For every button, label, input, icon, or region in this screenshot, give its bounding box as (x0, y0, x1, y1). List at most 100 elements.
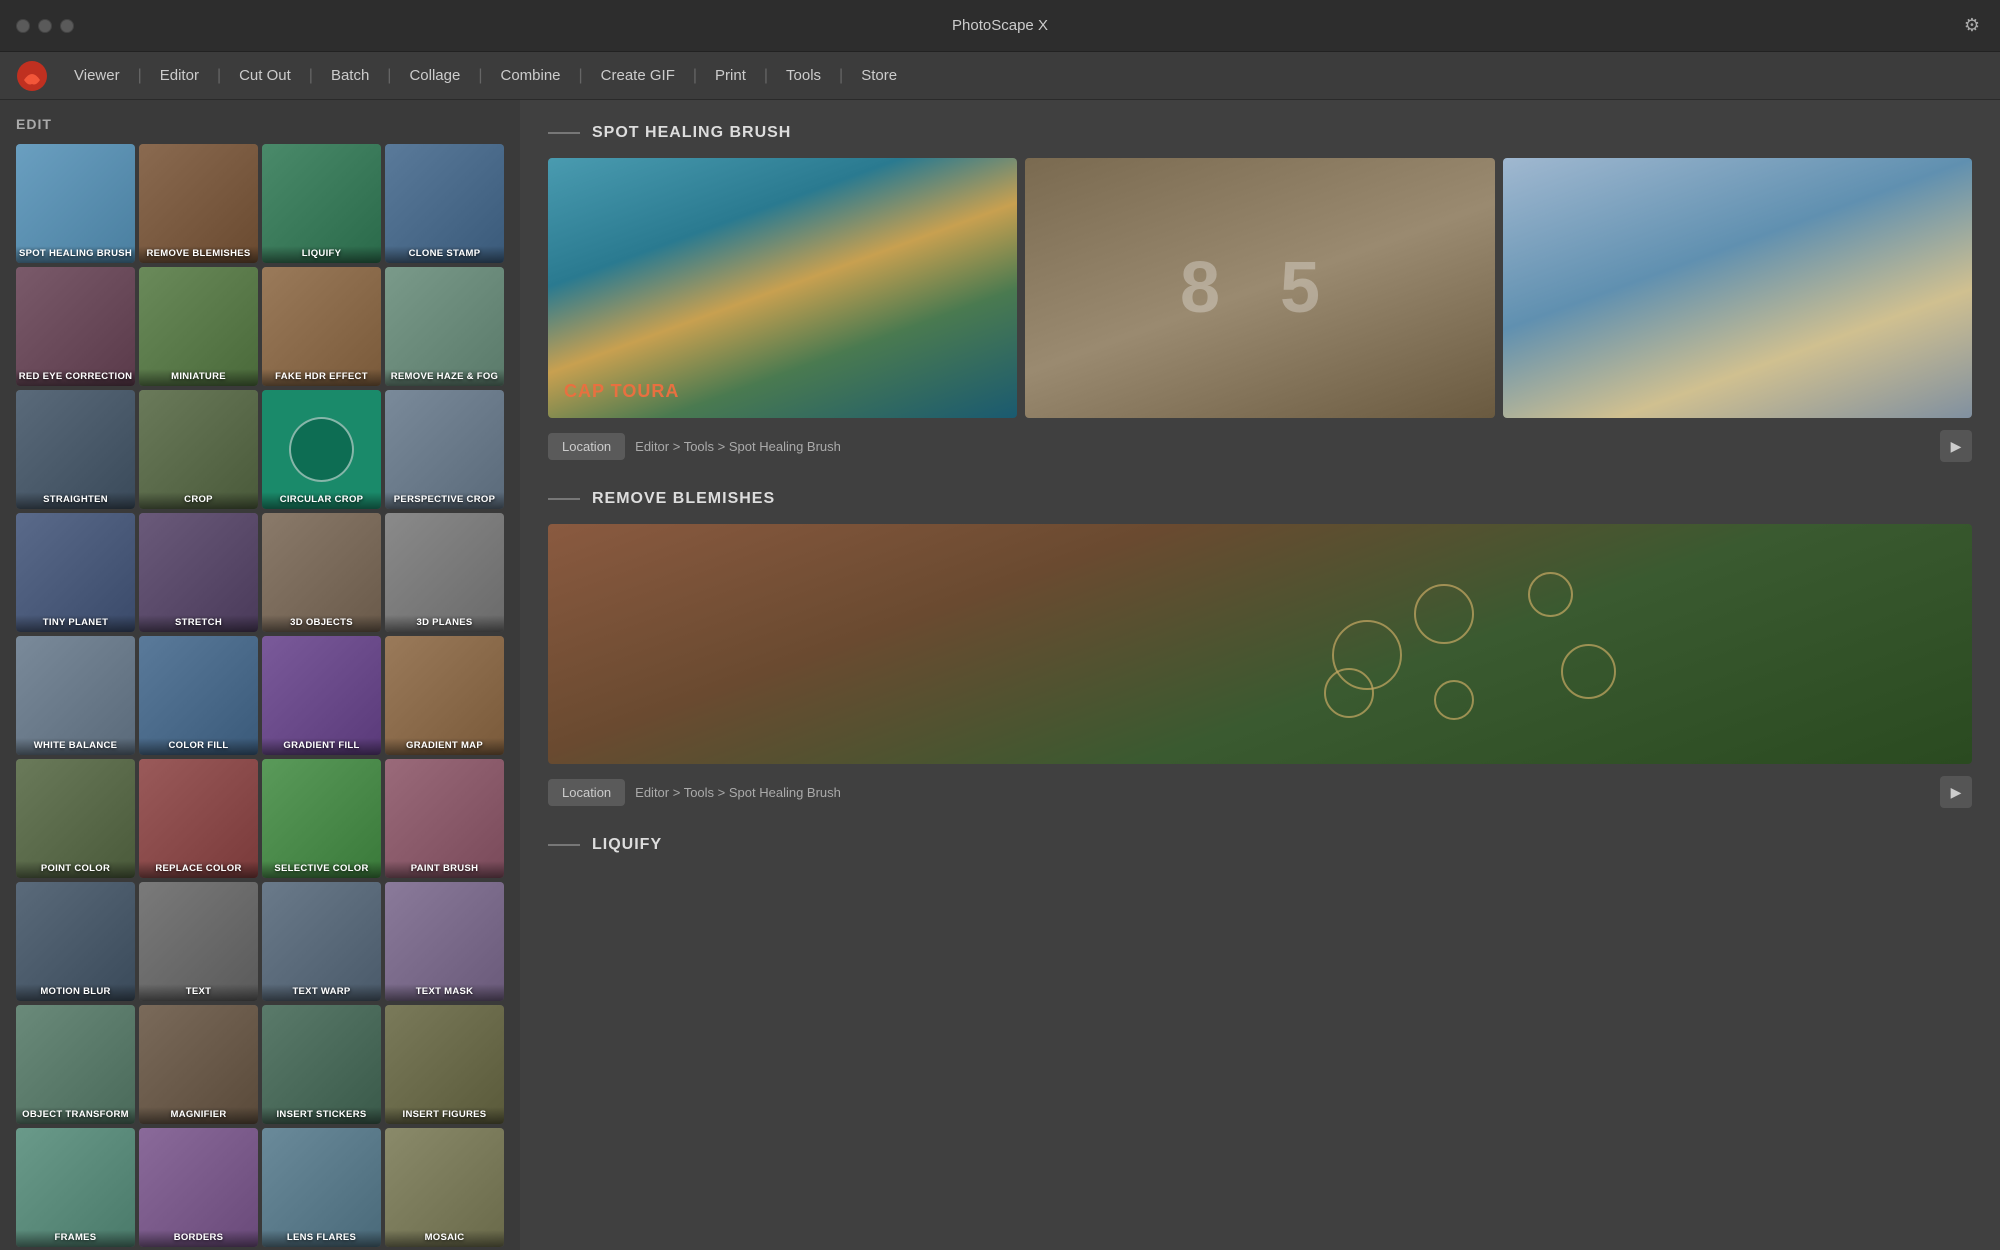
tool-item-crop[interactable]: CROP (139, 390, 258, 509)
tool-item-selective-color[interactable]: SELECTIVE COLOR (262, 759, 381, 878)
location-path-spot-healing: Editor > Tools > Spot Healing Brush (635, 439, 841, 454)
tool-item-remove-blemishes[interactable]: REMOVE BLEMISHES (139, 144, 258, 263)
tool-item-mosaic[interactable]: MOSAIC (385, 1128, 504, 1247)
tool-label-text-warp: TEXT WARP (262, 984, 381, 1001)
location-button-spot-healing[interactable]: Location (548, 433, 625, 460)
tool-label-fake-hdr: FAKE HDR EFFECT (262, 369, 381, 386)
tool-item-lens-flares[interactable]: LENS FLARES (262, 1128, 381, 1247)
tool-item-clone-stamp[interactable]: CLONE STAMP (385, 144, 504, 263)
menu-item-collage[interactable]: Collage (399, 61, 470, 90)
play-button-spot-healing[interactable]: ▶ (1940, 430, 1972, 462)
tool-label-selective-color: SELECTIVE COLOR (262, 861, 381, 878)
preview-image-face (548, 524, 1972, 764)
tool-item-perspective-crop[interactable]: PERSPECTIVE CROP (385, 390, 504, 509)
play-button-blemishes[interactable]: ▶ (1940, 776, 1972, 808)
tool-label-frames: FRAMES (16, 1230, 135, 1247)
location-button-blemishes[interactable]: Location (548, 779, 625, 806)
tool-item-insert-figures[interactable]: INSERT FIGURES (385, 1005, 504, 1124)
tool-label-perspective-crop: PERSPECTIVE CROP (385, 492, 504, 509)
tool-item-white-balance[interactable]: WHITE BALANCE (16, 636, 135, 755)
tool-item-frames[interactable]: FRAMES (16, 1128, 135, 1247)
tool-label-replace-color: REPLACE COLOR (139, 861, 258, 878)
tool-label-remove-blemishes: REMOVE BLEMISHES (139, 246, 258, 263)
menu-item-tools[interactable]: Tools (776, 61, 831, 90)
tool-item-liquify[interactable]: LIQUIFY (262, 144, 381, 263)
tool-label-object-transform: OBJECT TRANSFORM (16, 1107, 135, 1124)
tool-label-crop: CROP (139, 492, 258, 509)
tool-item-spot-healing[interactable]: SPOT HEALING BRUSH (16, 144, 135, 263)
tool-item-3d-planes[interactable]: 3D PLANES (385, 513, 504, 632)
tool-item-tiny-planet[interactable]: TINY PLANET (16, 513, 135, 632)
tool-item-text[interactable]: TEXT (139, 882, 258, 1001)
tool-label-3d-planes: 3D PLANES (385, 615, 504, 632)
app-logo (16, 60, 48, 92)
section-header-spot-healing: SPOT HEALING BRUSH (548, 124, 1972, 142)
tool-label-lens-flares: LENS FLARES (262, 1230, 381, 1247)
tool-label-gradient-map: GRADIENT MAP (385, 738, 504, 755)
tool-item-text-mask[interactable]: TEXT MASK (385, 882, 504, 1001)
menu-item-batch[interactable]: Batch (321, 61, 379, 90)
tool-item-gradient-fill[interactable]: GRADIENT FILL (262, 636, 381, 755)
tool-item-straighten[interactable]: STRAIGHTEN (16, 390, 135, 509)
blemish-circles (548, 524, 1972, 764)
tool-item-fake-hdr[interactable]: FAKE HDR EFFECT (262, 267, 381, 386)
tool-label-color-fill: COLOR FILL (139, 738, 258, 755)
sidebar-title: EDIT (16, 116, 504, 132)
tool-item-paint-brush[interactable]: PAINT BRUSH (385, 759, 504, 878)
titlebar: PhotoScape X ⚙ (0, 0, 2000, 52)
menu-item-cutout[interactable]: Cut Out (229, 61, 301, 90)
tool-item-remove-haze[interactable]: REMOVE HAZE & FOG (385, 267, 504, 386)
tool-label-spot-healing: SPOT HEALING BRUSH (16, 246, 135, 263)
tool-item-color-fill[interactable]: COLOR FILL (139, 636, 258, 755)
tool-item-replace-color[interactable]: REPLACE COLOR (139, 759, 258, 878)
tool-label-white-balance: WHITE BALANCE (16, 738, 135, 755)
menu-item-store[interactable]: Store (851, 61, 907, 90)
tool-item-3d-objects[interactable]: 3D OBJECTS (262, 513, 381, 632)
tool-item-circular-crop[interactable]: CIRCULAR CROP (262, 390, 381, 509)
tool-label-insert-figures: INSERT FIGURES (385, 1107, 504, 1124)
location-bar-spot-healing: Location Editor > Tools > Spot Healing B… (548, 430, 1972, 462)
tool-label-text: TEXT (139, 984, 258, 1001)
menu-item-print[interactable]: Print (705, 61, 756, 90)
menu-item-viewer[interactable]: Viewer (64, 61, 130, 90)
tool-item-miniature[interactable]: MINIATURE (139, 267, 258, 386)
tool-label-tiny-planet: TINY PLANET (16, 615, 135, 632)
menubar: Viewer | Editor | Cut Out | Batch | Coll… (0, 52, 2000, 100)
tool-item-insert-stickers[interactable]: INSERT STICKERS (262, 1005, 381, 1124)
tool-item-object-transform[interactable]: OBJECT TRANSFORM (16, 1005, 135, 1124)
tool-item-stretch[interactable]: STRETCH (139, 513, 258, 632)
settings-icon[interactable]: ⚙ (1964, 15, 1980, 36)
preview-image-wall (1025, 158, 1494, 418)
tool-item-text-warp[interactable]: TEXT WARP (262, 882, 381, 1001)
tool-label-red-eye: RED EYE CORRECTION (16, 369, 135, 386)
tool-label-miniature: MINIATURE (139, 369, 258, 386)
close-button[interactable] (16, 19, 30, 33)
maximize-button[interactable] (60, 19, 74, 33)
tool-item-red-eye[interactable]: RED EYE CORRECTION (16, 267, 135, 386)
sidebar: EDIT SPOT HEALING BRUSHREMOVE BLEMISHESL… (0, 100, 520, 1250)
section-line-3 (548, 844, 580, 846)
tool-label-stretch: STRETCH (139, 615, 258, 632)
tool-item-borders[interactable]: BORDERS (139, 1128, 258, 1247)
menu-item-editor[interactable]: Editor (150, 61, 209, 90)
section-header-liquify: LIQUIFY (548, 836, 1972, 854)
traffic-lights (16, 19, 74, 33)
tool-label-mosaic: MOSAIC (385, 1230, 504, 1247)
menu-item-creategif[interactable]: Create GIF (591, 61, 685, 90)
tool-item-motion-blur[interactable]: MOTION BLUR (16, 882, 135, 1001)
preview-image-beach (1503, 158, 1972, 418)
main-layout: EDIT SPOT HEALING BRUSHREMOVE BLEMISHESL… (0, 100, 2000, 1250)
tool-label-liquify: LIQUIFY (262, 246, 381, 263)
section-title-remove-blemishes: REMOVE BLEMISHES (592, 490, 775, 508)
tool-item-magnifier[interactable]: MAGNIFIER (139, 1005, 258, 1124)
location-bar-blemishes: Location Editor > Tools > Spot Healing B… (548, 776, 1972, 808)
preview-image-pool: CAP TOURA (548, 158, 1017, 418)
tool-label-point-color: POINT COLOR (16, 861, 135, 878)
tool-label-paint-brush: PAINT BRUSH (385, 861, 504, 878)
tool-item-gradient-map[interactable]: GRADIENT MAP (385, 636, 504, 755)
tool-item-point-color[interactable]: POINT COLOR (16, 759, 135, 878)
minimize-button[interactable] (38, 19, 52, 33)
window-title: PhotoScape X (952, 17, 1048, 34)
tool-label-insert-stickers: INSERT STICKERS (262, 1107, 381, 1124)
menu-item-combine[interactable]: Combine (490, 61, 570, 90)
